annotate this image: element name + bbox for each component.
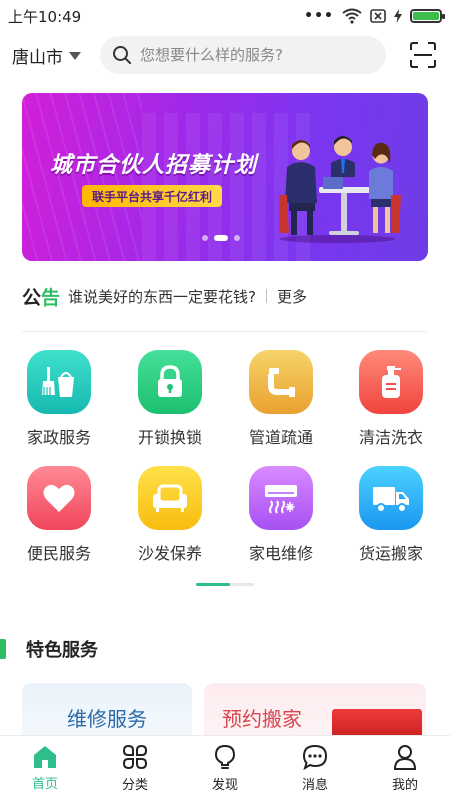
- truck-icon: [373, 487, 409, 513]
- service-item-laundry[interactable]: 清洁洗衣: [341, 350, 441, 448]
- tab-messages[interactable]: 消息: [270, 736, 360, 800]
- profile-icon: [393, 744, 417, 770]
- featured-card-moving[interactable]: 预约搬家 省心品质服务: [204, 683, 426, 743]
- service-label: 清洁洗衣: [358, 428, 423, 447]
- service-item-convenience[interactable]: 便民服务: [9, 466, 109, 564]
- service-item-locksmith[interactable]: 开锁换锁: [120, 350, 220, 448]
- service-icon-bg: [249, 350, 313, 414]
- message-icon: [302, 744, 328, 770]
- status-time: 上午10:49: [8, 7, 82, 26]
- city-name: 唐山市: [12, 47, 63, 68]
- service-item-appliance[interactable]: 家电维修: [231, 466, 331, 564]
- charge-icon: [394, 9, 402, 23]
- service-item-housekeeping[interactable]: 家政服务: [9, 350, 109, 448]
- bottom-tab-bar: 首页 分类 发现 消息 我的: [0, 735, 450, 800]
- service-item-moving[interactable]: 货运搬家: [341, 466, 441, 564]
- service-item-sofa[interactable]: 沙发保养: [120, 466, 220, 564]
- tab-label: 消息: [301, 777, 328, 793]
- service-icon-bg: [359, 350, 423, 414]
- notice-tag-prefix: 公: [22, 286, 42, 309]
- heart-icon: [43, 484, 75, 512]
- sim-icon: [370, 9, 386, 23]
- battery-icon: [410, 9, 445, 23]
- cleaning-icon: [42, 367, 74, 397]
- caret-down-icon: [69, 52, 81, 60]
- banner-dot-active[interactable]: [214, 235, 228, 241]
- divider: [22, 331, 428, 332]
- service-label: 沙发保养: [137, 544, 202, 563]
- search-input[interactable]: [140, 46, 370, 64]
- pipe-icon: [268, 368, 295, 397]
- banner-title: 城市合伙人招募计划: [50, 153, 258, 178]
- tab-label: 发现: [211, 777, 238, 793]
- featured-card-title: 维修服务: [67, 707, 147, 731]
- top-bar: 唐山市: [0, 34, 450, 76]
- featured-card-repair[interactable]: 维修服务: [22, 683, 192, 743]
- section-accent-bar: [0, 639, 6, 659]
- tab-label: 我的: [391, 777, 418, 793]
- detergent-icon: [382, 366, 401, 398]
- tab-label: 分类: [121, 777, 148, 793]
- home-icon: [34, 745, 56, 768]
- battery-fill: [413, 12, 439, 20]
- discover-icon: [214, 744, 236, 769]
- wifi-icon: [342, 8, 362, 24]
- service-label: 便民服务: [26, 544, 91, 563]
- notice-separator: [266, 289, 267, 303]
- service-icon-bg: [138, 466, 202, 530]
- search-icon: [113, 46, 131, 64]
- service-label: 管道疏通: [248, 428, 313, 447]
- grid-pager: [196, 583, 254, 586]
- tab-label: 首页: [31, 776, 58, 792]
- banner-dot[interactable]: [234, 235, 240, 241]
- tab-category[interactable]: 分类: [90, 736, 180, 800]
- promo-banner[interactable]: 城市合伙人招募计划 联手平台共享千亿红利: [22, 93, 428, 261]
- grid-pager-fill: [196, 583, 230, 586]
- service-label: 家政服务: [26, 428, 91, 447]
- service-icon-bg: [249, 466, 313, 530]
- tab-discover[interactable]: 发现: [180, 736, 270, 800]
- banner-dot[interactable]: [202, 235, 208, 241]
- service-icon-bg: [359, 466, 423, 530]
- tab-profile[interactable]: 我的: [360, 736, 450, 800]
- scan-button[interactable]: [408, 40, 438, 70]
- business-people-illustration: [279, 136, 401, 243]
- scan-icon: [410, 42, 436, 68]
- service-label: 开锁换锁: [137, 428, 202, 447]
- notice-text[interactable]: 谁说美好的东西一定要花钱?: [68, 286, 256, 307]
- featured-title: 特色服务: [26, 640, 98, 661]
- air-conditioner-icon: [265, 485, 297, 514]
- banner-subtitle: 联手平台共享千亿红利: [82, 185, 223, 207]
- category-icon: [122, 744, 148, 769]
- city-selector[interactable]: 唐山市: [12, 43, 100, 68]
- featured-section-header: 特色服务: [0, 636, 98, 662]
- signal-dots: •••: [304, 8, 334, 24]
- search-bar[interactable]: [100, 36, 386, 74]
- status-bar: 上午10:49 •••: [0, 0, 450, 32]
- sofa-icon: [153, 484, 187, 512]
- service-label: 家电维修: [248, 544, 313, 563]
- notice-tag: 公告: [22, 283, 60, 310]
- notice-tag-suffix: 告: [41, 286, 61, 309]
- lock-icon: [158, 365, 182, 397]
- notice-bar[interactable]: 公告 谁说美好的东西一定要花钱? 更多: [22, 283, 428, 309]
- service-icon-bg: [138, 350, 202, 414]
- notice-more-link[interactable]: 更多: [277, 286, 307, 307]
- status-icons: •••: [304, 8, 445, 24]
- service-item-pipe[interactable]: 管道疏通: [231, 350, 331, 448]
- tab-home[interactable]: 首页: [0, 736, 90, 800]
- banner-pagination: [202, 235, 240, 241]
- service-icon-bg: [27, 466, 91, 530]
- service-icon-bg: [27, 350, 91, 414]
- service-label: 货运搬家: [358, 544, 423, 563]
